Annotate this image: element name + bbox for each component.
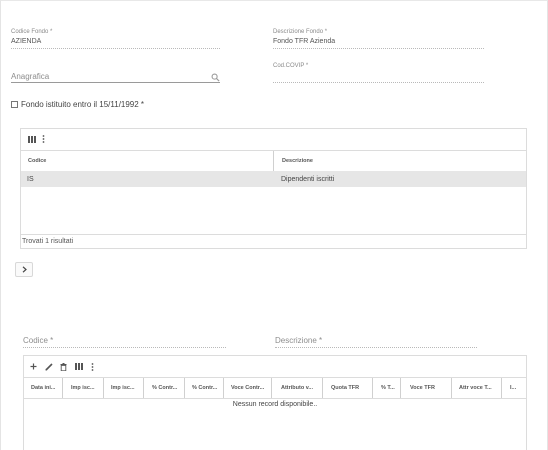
cod-covip-label: Cod.COVIP * (273, 63, 309, 69)
descrizione-fondo-underline (273, 48, 484, 49)
more-vert-icon[interactable] (89, 362, 95, 371)
descrizione-fondo-label: Descrizione Fondo * (273, 29, 328, 35)
codice-input[interactable]: Codice * (23, 336, 53, 345)
table-row[interactable]: IS Dipendenti iscritti (21, 171, 526, 187)
chevron-right-icon (22, 266, 27, 273)
columns-icon[interactable] (74, 362, 83, 371)
results-count: Trovati 1 risultati (22, 238, 74, 245)
column-header-i[interactable]: I... (510, 378, 516, 398)
column-header-perc-contr-2[interactable]: % Contr... (192, 378, 217, 398)
cell-codice: IS (27, 175, 34, 183)
column-header-attributo-voce[interactable]: Attributo v... (281, 378, 313, 398)
column-header-attr-voce-tfr[interactable]: Attr voce T... (459, 378, 492, 398)
codice-fondo-label: Codice Fondo * (11, 29, 53, 35)
cod-covip-underline (273, 82, 484, 83)
dettaglio-table: Data ini... Imp isc... Imp isc... % Cont… (23, 355, 527, 450)
fondo-istituito-checkbox[interactable] (11, 101, 18, 108)
codice-fondo-underline (11, 48, 220, 49)
column-header-codice[interactable]: Codice (28, 151, 46, 171)
column-header-imp-isc-2[interactable]: Imp isc... (111, 378, 135, 398)
descrizione-input[interactable]: Descrizione * (275, 336, 322, 345)
column-header-voce-tfr[interactable]: Voce TFR (410, 378, 435, 398)
column-header-descrizione[interactable]: Descrizione (282, 151, 313, 171)
column-header-quota-tfr[interactable]: Quota TFR (331, 378, 359, 398)
codice-underline (23, 347, 226, 348)
column-header-perc-tfr[interactable]: % T... (381, 378, 395, 398)
columns-icon[interactable] (27, 134, 37, 144)
search-icon[interactable] (211, 69, 220, 82)
delete-icon[interactable] (59, 362, 68, 371)
descrizione-fondo-field[interactable]: Fondo TFR Azienda (273, 38, 335, 45)
codice-fondo-field[interactable]: AZIENDA (11, 38, 41, 45)
column-header-perc-contr-1[interactable]: % Contr... (152, 378, 177, 398)
descrizione-underline (275, 347, 477, 348)
expand-button[interactable] (15, 262, 33, 277)
edit-icon[interactable] (44, 362, 53, 371)
more-vert-icon[interactable] (39, 134, 47, 144)
add-icon[interactable] (29, 362, 38, 371)
column-header-imp-isc-1[interactable]: Imp isc... (71, 378, 95, 398)
column-header-data-inizio[interactable]: Data ini... (31, 378, 55, 398)
cell-descrizione: Dipendenti iscritti (281, 175, 335, 183)
anagrafica-input[interactable]: Anagrafica (11, 72, 49, 81)
column-header-voce-contr[interactable]: Voce Contr... (231, 378, 264, 398)
empty-message: Nessun record disponibile.. (232, 401, 318, 408)
fondi-table: Codice Descrizione IS Dipendenti iscritt… (20, 128, 527, 249)
anagrafica-underline (11, 82, 220, 83)
fondo-istituito-label: Fondo istituito entro il 15/11/1992 * (21, 100, 145, 109)
